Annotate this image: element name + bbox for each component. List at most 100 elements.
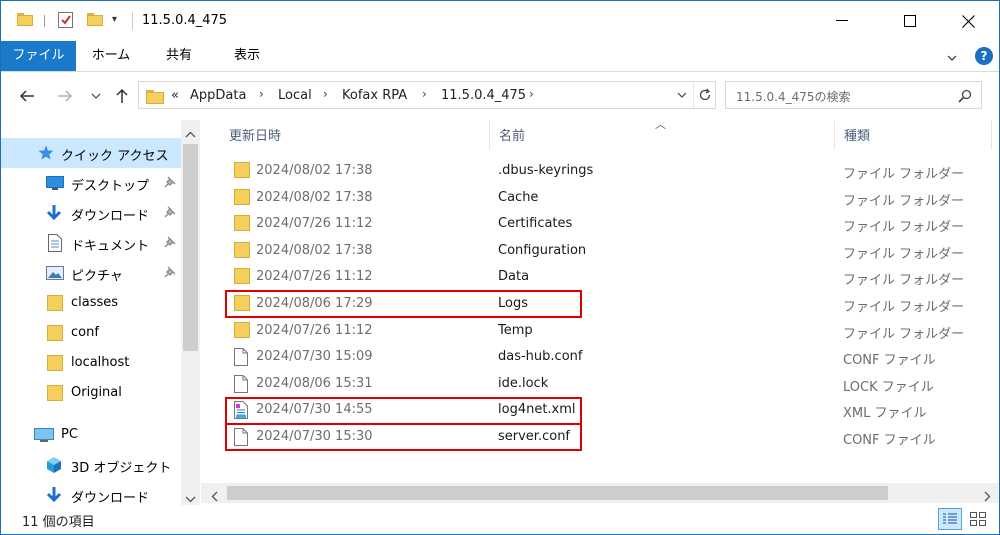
column-divider[interactable] (834, 120, 835, 150)
scroll-up-icon[interactable] (185, 124, 196, 143)
nav-label: PC (61, 427, 78, 442)
breadcrumb-kofax-rpa[interactable]: Kofax RPA (342, 88, 407, 103)
tab-share[interactable]: 共有 (151, 41, 207, 71)
nav-item-3d-objects[interactable]: 3D オブジェクト (1, 450, 181, 480)
scroll-left-icon[interactable] (211, 487, 219, 506)
file-row[interactable]: 2024/08/02 17:38 Cache ファイル フォルダー (224, 185, 999, 211)
file-name[interactable]: .dbus-keyrings (498, 163, 593, 178)
file-row[interactable]: 2024/08/02 17:38 .dbus-keyrings ファイル フォルダー (224, 158, 999, 184)
address-bar[interactable]: « AppData › Local › Kofax RPA › 11.5.0.4… (138, 81, 716, 109)
window-title: 11.5.0.4_475 (142, 13, 228, 28)
file-name[interactable]: Certificates (498, 216, 572, 231)
breadcrumb-version[interactable]: 11.5.0.4_475 (441, 88, 526, 103)
new-folder-icon[interactable] (87, 13, 103, 26)
nav-item-desktop[interactable]: デスクトップ (1, 168, 181, 198)
file-date: 2024/07/26 11:12 (256, 322, 373, 338)
nav-label: ドキュメント (71, 239, 150, 254)
nav-scrollbar[interactable] (181, 120, 200, 505)
file-date: 2024/08/06 15:31 (256, 375, 373, 391)
column-header-type[interactable]: 種類 (844, 125, 870, 144)
nav-quick-access[interactable]: クイック アクセス (1, 138, 181, 168)
search-input[interactable]: 11.5.0.4_475の検索 (725, 81, 982, 109)
details-view-button[interactable] (938, 508, 962, 530)
file-list: ︿ 更新日時 名前 種類 2024/08/02 17:38 .dbus-keyri… (201, 118, 999, 505)
scroll-thumb[interactable] (183, 144, 198, 351)
help-icon[interactable]: ? (975, 47, 993, 65)
file-row[interactable]: 2024/08/02 17:38 Configuration ファイル フォルダー (224, 238, 999, 264)
highlight-box (225, 397, 582, 425)
pin-icon[interactable] (164, 176, 176, 192)
nav-item-downloads[interactable]: ダウンロード (1, 198, 181, 228)
nav-item-folder[interactable]: classes (1, 288, 181, 318)
file-name[interactable]: Cache (498, 190, 538, 205)
column-header-name[interactable]: 名前 (499, 125, 525, 144)
nav-label: Original (71, 385, 122, 400)
back-button[interactable] (15, 84, 39, 108)
breadcrumb-appdata[interactable]: AppData (190, 88, 246, 103)
nav-item-pc[interactable]: PC (1, 420, 181, 450)
breadcrumb-local[interactable]: Local (278, 88, 312, 103)
search-icon[interactable] (958, 88, 972, 107)
tab-view[interactable]: 表示 (219, 41, 275, 71)
file-date: 2024/08/02 17:38 (256, 163, 373, 178)
highlight-box (225, 290, 582, 318)
nav-item-pictures[interactable]: ピクチャ (1, 258, 181, 288)
search-placeholder: 11.5.0.4_475の検索 (736, 90, 851, 104)
up-button[interactable] (111, 84, 133, 108)
file-type: ファイル フォルダー (843, 273, 965, 289)
nav-label: デスクトップ (71, 179, 150, 194)
file-type: ファイル フォルダー (843, 300, 965, 315)
folder-icon (47, 295, 63, 315)
breadcrumb-prefix[interactable]: « (171, 88, 179, 103)
column-divider[interactable] (991, 120, 992, 150)
file-row[interactable]: 2024/08/06 15:31 ide.lock LOCK ファイル (224, 371, 999, 397)
forward-button[interactable] (53, 84, 77, 108)
column-divider[interactable] (489, 120, 490, 150)
minimize-button[interactable] (819, 1, 865, 41)
file-type: ファイル フォルダー (843, 326, 965, 342)
nav-item-folder[interactable]: localhost (1, 348, 181, 378)
large-icons-view-button[interactable] (966, 508, 990, 530)
refresh-icon[interactable] (693, 82, 716, 108)
recent-locations-icon[interactable] (87, 84, 105, 108)
3d-objects-icon (46, 456, 62, 478)
file-row[interactable]: 2024/07/26 11:12 Data ファイル フォルダー (224, 264, 999, 290)
pin-icon[interactable] (164, 266, 176, 282)
document-icon (48, 234, 62, 256)
nav-item-folder[interactable]: Original (1, 378, 181, 408)
file-type: CONF ファイル (843, 433, 936, 448)
chevron-right-icon[interactable]: › (422, 87, 427, 101)
chevron-right-icon[interactable]: › (529, 87, 534, 101)
folder-icon (17, 13, 33, 26)
file-name[interactable]: Configuration (498, 243, 586, 258)
expand-ribbon-icon[interactable] (946, 49, 958, 68)
customize-toolbar-icon[interactable]: ▾ (112, 14, 117, 25)
scroll-thumb[interactable] (227, 486, 888, 500)
file-date: 2024/08/02 17:38 (256, 242, 373, 258)
file-name[interactable]: Data (498, 269, 529, 284)
item-count: 11 個の項目 (22, 515, 95, 530)
nav-item-documents[interactable]: ドキュメント (1, 228, 181, 258)
horizontal-scrollbar[interactable] (201, 483, 999, 503)
tab-file[interactable]: ファイル (1, 41, 76, 71)
address-dropdown-icon[interactable] (671, 82, 693, 108)
column-header-date[interactable]: 更新日時 (229, 125, 281, 144)
chevron-right-icon[interactable]: › (259, 87, 264, 101)
pin-icon[interactable] (164, 236, 176, 252)
file-row[interactable]: 2024/07/30 15:09 das-hub.conf CONF ファイル (224, 344, 999, 370)
file-name[interactable]: ide.lock (498, 376, 548, 391)
chevron-right-icon[interactable]: › (323, 87, 328, 101)
file-name[interactable]: Temp (498, 323, 533, 338)
tab-home[interactable]: ホーム (83, 41, 139, 71)
scroll-right-icon[interactable] (983, 487, 991, 506)
file-name[interactable]: das-hub.conf (498, 349, 582, 364)
file-type: XML ファイル (843, 406, 927, 422)
nav-item-folder[interactable]: conf (1, 318, 181, 348)
file-row[interactable]: 2024/07/26 11:12 Temp ファイル フォルダー (224, 318, 999, 344)
file-row[interactable]: 2024/07/26 11:12 Certificates ファイル フォルダー (224, 211, 999, 237)
properties-icon[interactable] (58, 12, 73, 28)
download-icon (46, 204, 62, 226)
maximize-button[interactable] (887, 1, 933, 41)
close-button[interactable] (945, 1, 991, 41)
pin-icon[interactable] (164, 206, 176, 222)
